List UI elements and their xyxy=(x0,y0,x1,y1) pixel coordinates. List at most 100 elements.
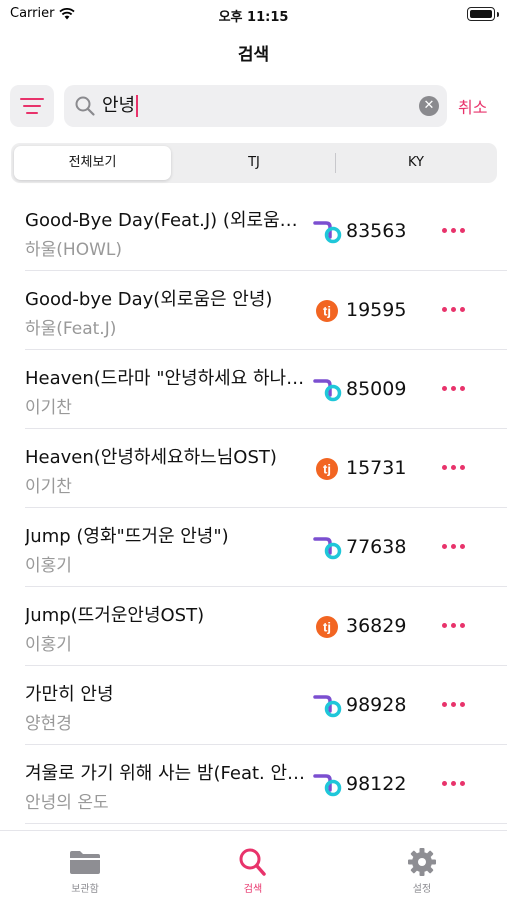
song-row[interactable]: 겨울로 가기 위해 사는 밤(Feat. 안녕의 온도) 안녕의 온도 98122 xyxy=(0,745,507,824)
more-dot xyxy=(459,227,465,233)
text-cursor xyxy=(136,95,139,117)
status-time: 오후 11:15 xyxy=(218,10,289,25)
more-dot xyxy=(441,701,447,707)
gear-icon xyxy=(408,848,436,876)
search-query-text: 안녕 xyxy=(102,95,136,116)
search-icon xyxy=(239,848,266,876)
more-dot xyxy=(459,464,465,470)
ky-brand-icon xyxy=(313,379,342,402)
brand-filter-segmented-control: 전체보기 TJ KY xyxy=(11,143,497,183)
more-dot xyxy=(450,464,456,470)
cancel-button[interactable]: 취소 xyxy=(458,94,487,118)
song-row[interactable]: Heaven(안녕하세요하느님OST) 이기찬 tj 15731 xyxy=(0,429,507,508)
song-row[interactable]: Good-Bye Day(Feat.J) (외로움은 안녕) 하울(HOWL) 83… xyxy=(0,192,507,271)
more-options-button[interactable] xyxy=(438,297,468,321)
tj-brand-icon: tj xyxy=(316,616,338,638)
song-artist: 하울(Feat.J) xyxy=(25,319,117,339)
battery-icon xyxy=(467,7,499,21)
tab-settings-label: 설정 xyxy=(412,884,432,895)
song-row[interactable]: Jump(뜨거운안녕OST) 이홍기 tj 36829 xyxy=(0,587,507,666)
song-number: 98928 xyxy=(346,694,407,716)
tab-settings[interactable]: 설정 xyxy=(372,847,472,895)
more-dot xyxy=(450,701,456,707)
song-artist: 하울(HOWL) xyxy=(25,240,122,260)
song-number: 83563 xyxy=(346,220,407,242)
search-input[interactable]: 안녕 ✕ xyxy=(64,85,447,127)
song-row[interactable]: 가만히 안녕 양현경 98928 xyxy=(0,666,507,745)
segment-tj[interactable]: TJ xyxy=(173,143,335,183)
more-options-button[interactable] xyxy=(438,534,468,558)
segment-all[interactable]: 전체보기 xyxy=(14,146,171,180)
song-title: Jump (영화"뜨거운 안녕") xyxy=(25,526,229,547)
tab-bar: 보관함 검색 설정 xyxy=(0,830,507,900)
song-artist: 이홍기 xyxy=(25,635,72,655)
song-title: Heaven(안녕하세요하느님OST) xyxy=(25,447,277,468)
status-bar: Carrier 오후 11:15 xyxy=(0,0,507,30)
more-dot xyxy=(450,780,456,786)
svg-text:tj: tj xyxy=(323,620,331,635)
song-title: Heaven(드라마 "안녕하세요 하나님" OST) xyxy=(25,368,307,389)
more-dot xyxy=(441,464,447,470)
song-row[interactable]: Heaven(드라마 "안녕하세요 하나님" OST) 이기찬 85009 xyxy=(0,350,507,429)
more-options-button[interactable] xyxy=(438,771,468,795)
tab-library-label: 보관함 xyxy=(71,884,99,895)
more-options-button[interactable] xyxy=(438,692,468,716)
song-list: Good-Bye Day(Feat.J) (외로움은 안녕) 하울(HOWL) 83… xyxy=(0,192,507,824)
song-artist: 이기찬 xyxy=(25,477,72,497)
segment-divider xyxy=(335,153,336,173)
song-title: Good-bye Day(외로움은 안녕) xyxy=(25,289,273,310)
more-dot xyxy=(459,780,465,786)
more-dot xyxy=(450,227,456,233)
ky-brand-icon xyxy=(313,537,342,560)
more-dot xyxy=(459,543,465,549)
filter-icon-line xyxy=(26,112,38,114)
song-row[interactable]: Jump (영화"뜨거운 안녕") 이홍기 77638 xyxy=(0,508,507,587)
svg-text:tj: tj xyxy=(323,462,331,477)
search-query: 안녕 xyxy=(102,95,139,117)
more-options-button[interactable] xyxy=(438,455,468,479)
more-dot xyxy=(441,622,447,628)
more-options-button[interactable] xyxy=(438,376,468,400)
song-artist: 양현경 xyxy=(25,714,72,734)
song-artist: 이홍기 xyxy=(25,556,72,576)
clear-search-button[interactable]: ✕ xyxy=(419,96,439,116)
song-number: 36829 xyxy=(346,615,407,637)
more-dot xyxy=(441,306,447,312)
more-dot xyxy=(441,227,447,233)
song-artist: 안녕의 온도 xyxy=(25,793,109,813)
more-dot xyxy=(441,780,447,786)
song-number: 98122 xyxy=(346,773,407,795)
tab-library[interactable]: 보관함 xyxy=(35,847,135,895)
more-dot xyxy=(459,306,465,312)
more-options-button[interactable] xyxy=(438,218,468,242)
tab-search-label: 검색 xyxy=(243,884,263,895)
more-dot xyxy=(459,701,465,707)
page-title: 검색 xyxy=(237,45,270,65)
more-options-button[interactable] xyxy=(438,613,468,637)
segment-ky[interactable]: KY xyxy=(337,143,495,183)
filter-button[interactable] xyxy=(10,85,54,127)
more-dot xyxy=(450,543,456,549)
folder-icon xyxy=(70,851,100,874)
song-title: Good-Bye Day(Feat.J) (외로움은 안녕) xyxy=(25,210,307,231)
more-dot xyxy=(441,385,447,391)
more-dot xyxy=(459,622,465,628)
song-artist: 이기찬 xyxy=(25,398,72,418)
svg-text:tj: tj xyxy=(323,304,331,319)
more-dot xyxy=(450,622,456,628)
song-title: Jump(뜨거운안녕OST) xyxy=(25,605,205,626)
ky-brand-icon xyxy=(313,221,342,244)
song-number: 15731 xyxy=(346,457,407,479)
more-dot xyxy=(450,385,456,391)
song-title: 겨울로 가기 위해 사는 밤(Feat. 안녕의 온도) xyxy=(25,763,307,784)
song-number: 19595 xyxy=(346,299,407,321)
tab-search[interactable]: 검색 xyxy=(203,847,303,895)
ky-brand-icon xyxy=(313,695,342,718)
more-dot xyxy=(450,306,456,312)
more-dot xyxy=(441,543,447,549)
tj-brand-icon: tj xyxy=(316,458,338,480)
tj-brand-icon: tj xyxy=(316,300,338,322)
song-number: 85009 xyxy=(346,378,407,400)
song-number: 77638 xyxy=(346,536,407,558)
song-row[interactable]: Good-bye Day(외로움은 안녕) 하울(Feat.J) tj 19595 xyxy=(0,271,507,350)
